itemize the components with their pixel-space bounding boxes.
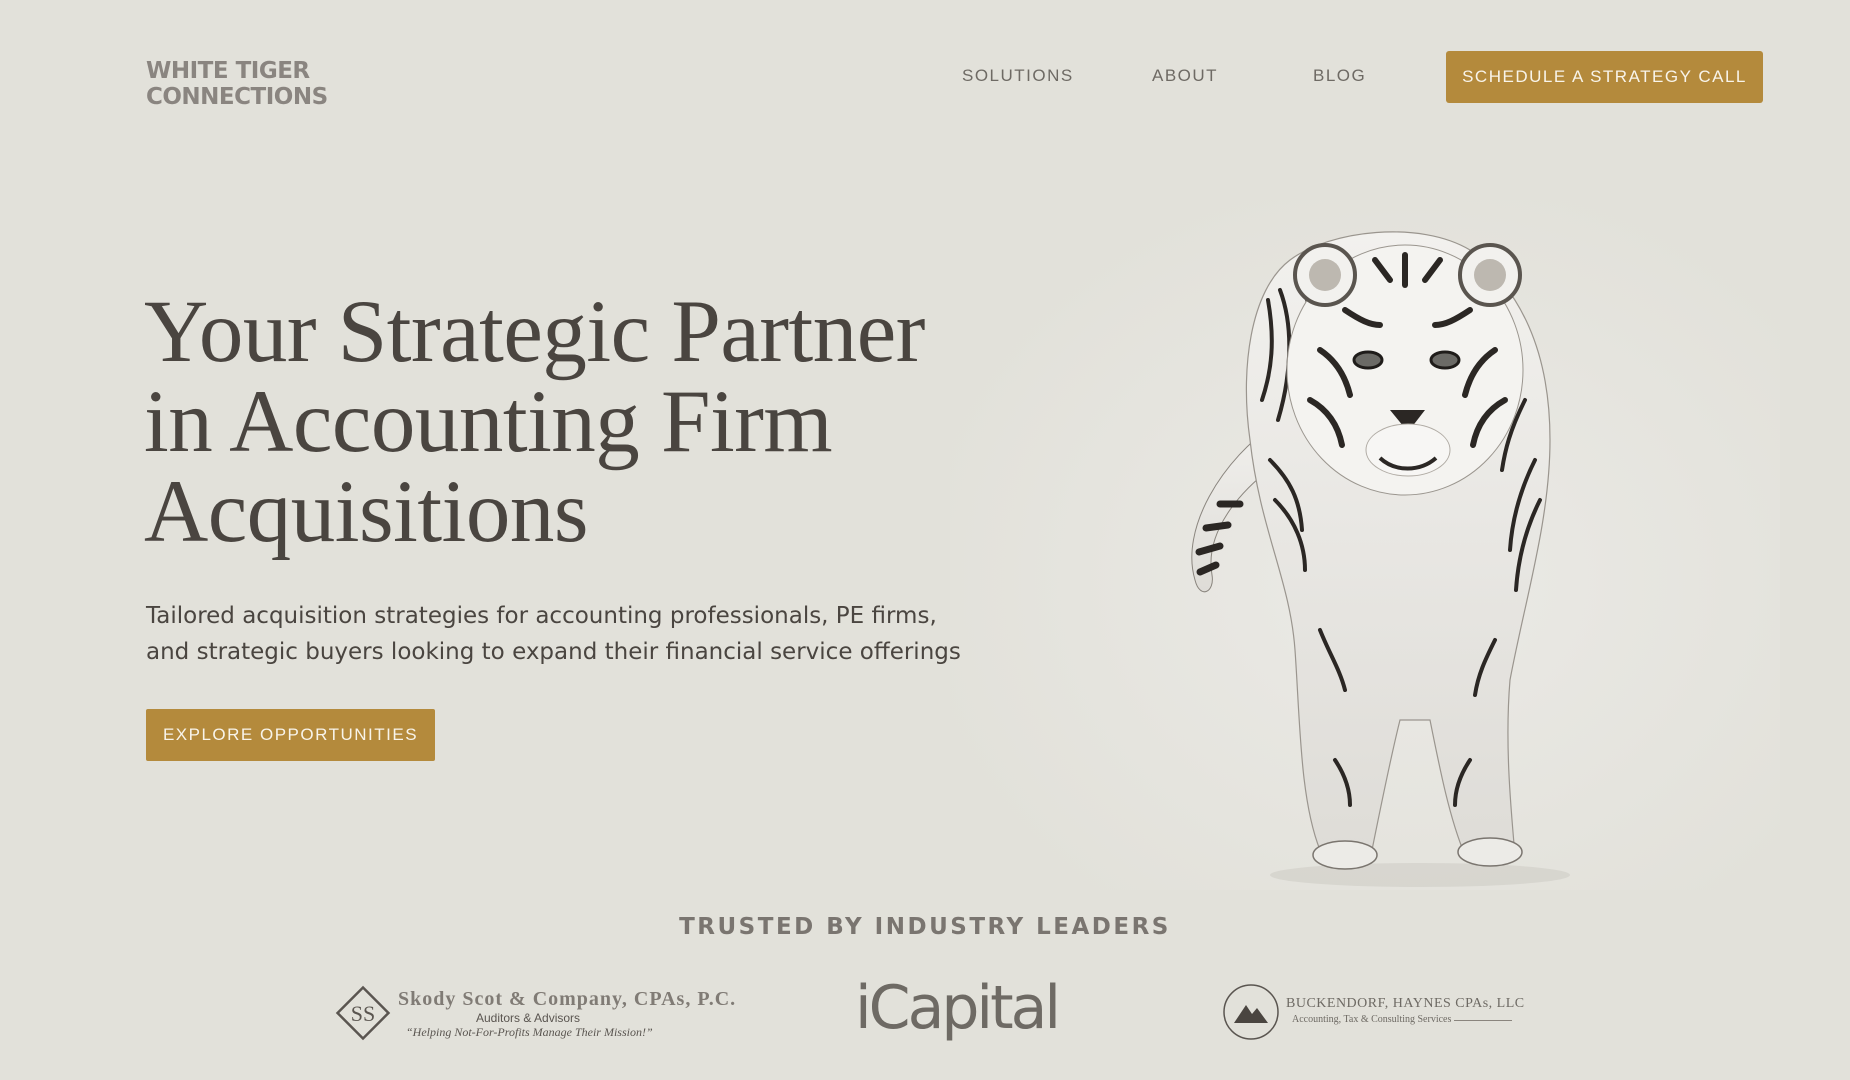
skody-motto: “Helping Not-For-Profits Manage Their Mi… (406, 1025, 653, 1039)
skody-name: Skody Scot & Company, CPAs, P.C. (398, 988, 737, 1010)
logo-line-1: WHITE TIGER (146, 58, 310, 84)
brand-logo[interactable]: WHITE TIGER CONNECTIONS (146, 58, 328, 110)
nav-blog[interactable]: BLOG (1313, 66, 1366, 86)
hero-subtitle-line-2: and strategic buyers looking to expand t… (146, 639, 961, 665)
skody-tagline: Auditors & Advisors (476, 1011, 581, 1025)
explore-opportunities-button[interactable]: EXPLORE OPPORTUNITIES (146, 709, 435, 761)
buckendorf-name: BUCKENDORF, HAYNES CPAs, LLC (1286, 996, 1525, 1011)
buckendorf-rule (1454, 1020, 1512, 1021)
schedule-call-button[interactable]: SCHEDULE A STRATEGY CALL (1446, 51, 1763, 103)
white-tiger-image (950, 200, 1780, 890)
hero-title-line-1: Your Strategic Partner (144, 283, 925, 381)
hero-title-line-3: Acquisitions (144, 463, 588, 561)
hero-title: Your Strategic Partner in Accounting Fir… (144, 287, 1044, 557)
nav-solutions[interactable]: SOLUTIONS (962, 66, 1074, 86)
partner-logo-buckendorf-haynes: BUCKENDORF, HAYNES CPAs, LLC Accounting,… (1222, 983, 1542, 1043)
site-header: WHITE TIGER CONNECTIONS SOLUTIONS ABOUT … (0, 0, 1850, 155)
hero-title-line-2: in Accounting Firm (144, 373, 833, 471)
skody-monogram: SS (351, 1001, 375, 1026)
mountain-icon (1223, 984, 1279, 1040)
nav-about[interactable]: ABOUT (1152, 66, 1218, 86)
hero-subtitle-line-1: Tailored acquisition strategies for acco… (146, 603, 937, 629)
buckendorf-tagline: Accounting, Tax & Consulting Services (1292, 1014, 1452, 1025)
partner-logo-icapital: iCapital (855, 973, 1061, 1043)
hero-subtitle: Tailored acquisition strategies for acco… (146, 598, 1006, 670)
logo-line-2: CONNECTIONS (146, 84, 328, 110)
partner-logo-skody-scot: SS Skody Scot & Company, CPAs, P.C. Audi… (332, 982, 735, 1044)
trusted-heading: TRUSTED BY INDUSTRY LEADERS (679, 914, 1171, 940)
skody-diamond-icon: SS (335, 985, 391, 1041)
